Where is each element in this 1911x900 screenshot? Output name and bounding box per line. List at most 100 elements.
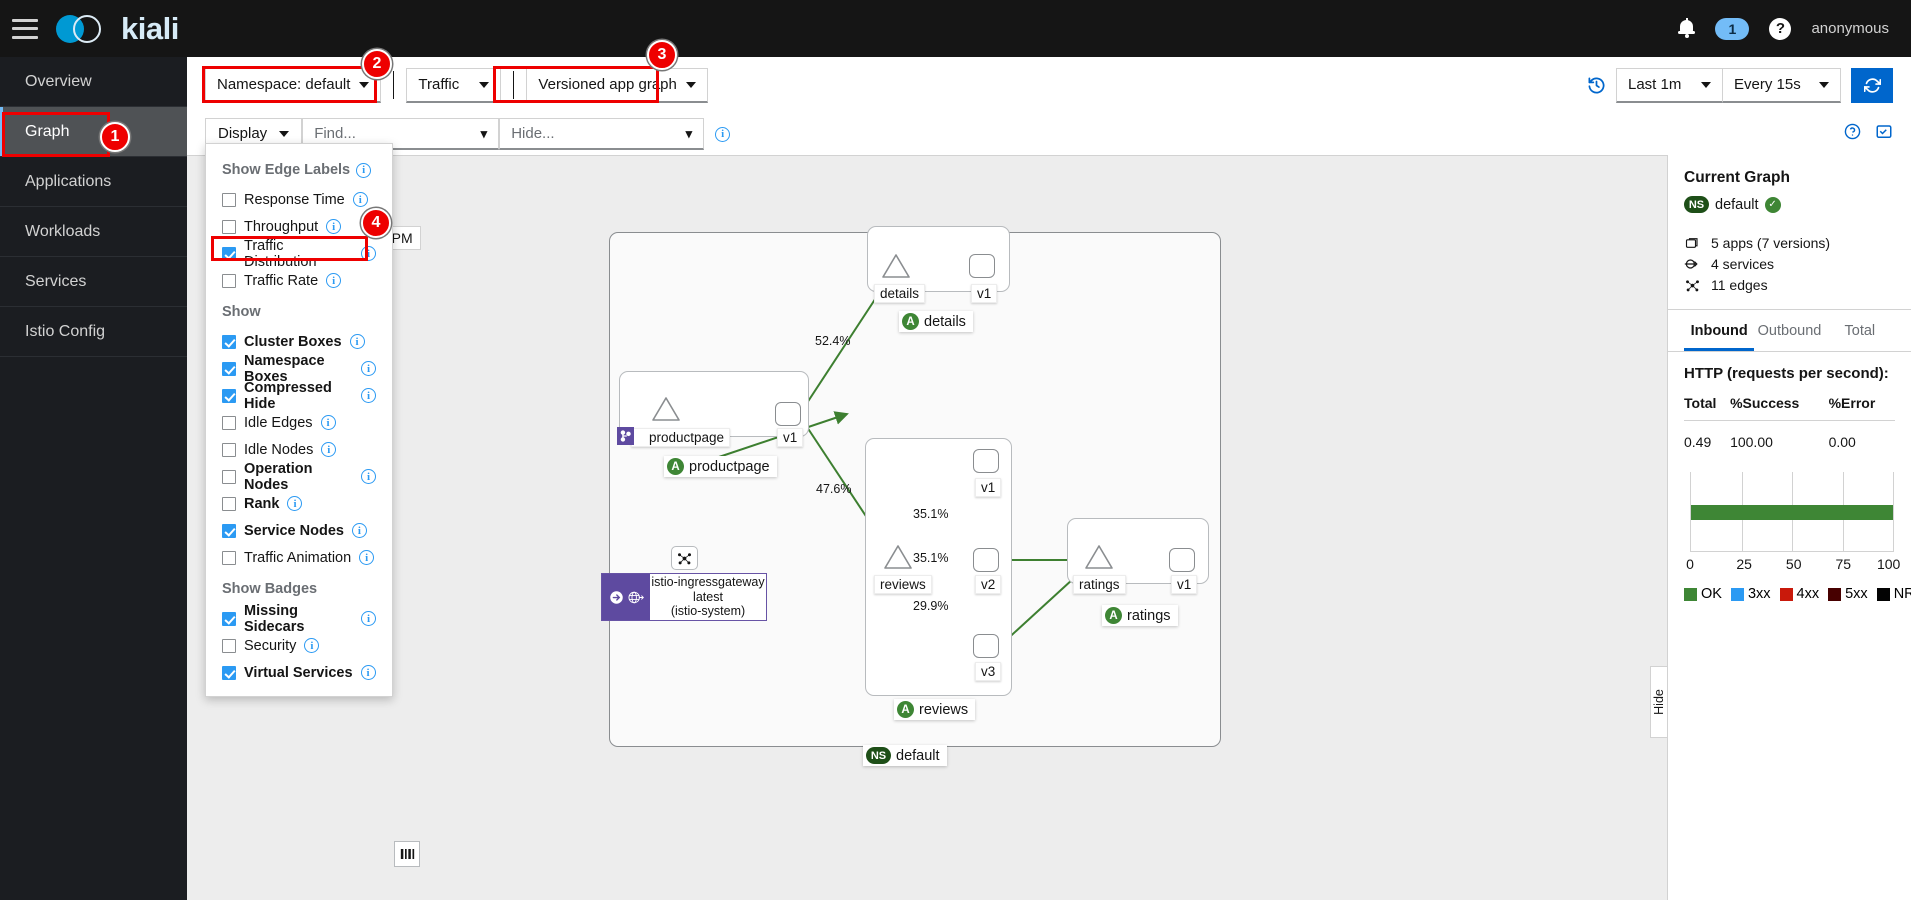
- display-option-service-nodes[interactable]: Service Nodes i: [206, 517, 392, 544]
- checkbox[interactable]: [222, 334, 236, 349]
- app-label-productpage[interactable]: A productpage: [664, 456, 777, 477]
- service-node-ratings[interactable]: [1084, 544, 1114, 570]
- sidebar-item-istio-config[interactable]: Istio Config: [0, 307, 187, 357]
- checkbox[interactable]: [222, 638, 236, 653]
- info-icon[interactable]: i: [351, 523, 367, 538]
- info-icon[interactable]: i: [359, 550, 375, 565]
- sidebar-item-services[interactable]: Services: [0, 257, 187, 307]
- info-icon[interactable]: i: [360, 665, 376, 680]
- notification-count-badge[interactable]: 1: [1715, 17, 1750, 40]
- graph-help-icon[interactable]: [1844, 123, 1861, 145]
- user-menu[interactable]: anonymous: [1811, 20, 1889, 37]
- sidebar-item-overview[interactable]: Overview: [0, 57, 187, 107]
- find-hide-info-icon[interactable]: i: [715, 126, 731, 142]
- refresh-interval-select[interactable]: Every 15s: [1723, 67, 1841, 103]
- checkbox[interactable]: [222, 523, 236, 538]
- app-label-details[interactable]: A details: [899, 311, 973, 332]
- info-icon[interactable]: i: [320, 415, 336, 430]
- display-option-operation-nodes[interactable]: Operation Nodes i: [206, 461, 392, 493]
- checkbox[interactable]: [222, 273, 236, 288]
- namespace-label-default[interactable]: NS default: [863, 745, 947, 766]
- display-option-response-time[interactable]: Response Time i: [206, 186, 392, 213]
- tab-outbound[interactable]: Outbound: [1754, 312, 1824, 351]
- tab-total[interactable]: Total: [1825, 312, 1895, 351]
- info-icon[interactable]: i: [349, 334, 365, 349]
- traffic-select[interactable]: Traffic: [406, 67, 502, 103]
- checkbox[interactable]: [222, 469, 236, 484]
- checkbox[interactable]: [222, 665, 236, 680]
- checkbox[interactable]: [222, 550, 236, 565]
- chevron-down-icon[interactable]: ▾: [481, 126, 488, 142]
- info-icon[interactable]: i: [304, 638, 320, 653]
- display-option-traffic-animation[interactable]: Traffic Animation i: [206, 544, 392, 571]
- sidebar-item-graph[interactable]: Graph: [0, 107, 187, 157]
- version-node-reviews-v1[interactable]: [973, 449, 999, 473]
- display-option-traffic-rate[interactable]: Traffic Rate i: [206, 267, 392, 294]
- display-option-cluster-boxes[interactable]: Cluster Boxes i: [206, 328, 392, 355]
- info-icon[interactable]: i: [361, 388, 376, 403]
- time-range-select[interactable]: Last 1m: [1616, 67, 1723, 103]
- legend-item-5xx[interactable]: 5xx: [1828, 586, 1868, 602]
- info-icon[interactable]: i: [361, 246, 376, 261]
- checkbox[interactable]: [222, 496, 236, 511]
- legend-item-4xx[interactable]: 4xx: [1779, 586, 1819, 602]
- display-option-traffic-distribution[interactable]: Traffic Distribution i: [206, 238, 392, 270]
- checkbox[interactable]: [222, 219, 236, 234]
- brand-logo[interactable]: kiali: [56, 11, 179, 47]
- side-panel-collapse-tab[interactable]: Hide: [1650, 666, 1667, 738]
- service-node-productpage[interactable]: [651, 396, 681, 422]
- version-node-reviews-v3[interactable]: [973, 634, 999, 658]
- graph-type-select[interactable]: Versioned app graph: [526, 67, 708, 103]
- version-node-productpage-v1[interactable]: [775, 402, 801, 426]
- checkbox[interactable]: [222, 388, 236, 403]
- info-icon[interactable]: i: [352, 192, 368, 207]
- gateway-node-istio-ingressgateway[interactable]: istio-ingressgateway latest (istio-syste…: [601, 573, 767, 621]
- app-label-ratings[interactable]: A ratings: [1102, 605, 1178, 626]
- chevron-down-icon[interactable]: ▾: [686, 126, 693, 142]
- info-icon[interactable]: i: [361, 611, 376, 626]
- legend-toggle-button[interactable]: [394, 841, 420, 867]
- checkbox[interactable]: [222, 611, 236, 626]
- unknown-service-node[interactable]: [671, 546, 698, 570]
- display-option-virtual-services[interactable]: Virtual Services i: [206, 659, 392, 686]
- info-icon[interactable]: i: [326, 219, 342, 234]
- nav-toggle-button[interactable]: [12, 18, 38, 39]
- legend-item-ok[interactable]: OK: [1684, 586, 1722, 602]
- display-option-namespace-boxes[interactable]: Namespace Boxes i: [206, 353, 392, 385]
- namespace-select[interactable]: Namespace: default: [205, 67, 382, 103]
- display-option-compressed-hide[interactable]: Compressed Hide i: [206, 380, 392, 412]
- display-option-rank[interactable]: Rank i: [206, 490, 392, 517]
- version-node-reviews-v2[interactable]: [973, 548, 999, 572]
- sidebar-item-workloads[interactable]: Workloads: [0, 207, 187, 257]
- info-icon[interactable]: i: [326, 273, 342, 288]
- info-icon[interactable]: i: [321, 442, 337, 457]
- info-icon[interactable]: i: [361, 469, 376, 484]
- help-icon[interactable]: ?: [1769, 17, 1792, 40]
- graph-canvas[interactable]: 5 PM details v1 A details productpage v1…: [187, 155, 1667, 900]
- refresh-button[interactable]: [1851, 67, 1893, 103]
- app-label-reviews[interactable]: A reviews: [894, 699, 976, 720]
- sidebar-item-applications[interactable]: Applications: [0, 157, 187, 207]
- checkbox[interactable]: [222, 415, 236, 430]
- notifications-bell-icon[interactable]: [1678, 18, 1696, 38]
- version-node-details-v1[interactable]: [969, 254, 995, 278]
- checkbox[interactable]: [222, 246, 236, 261]
- graph-reset-view-icon[interactable]: [1875, 123, 1893, 146]
- version-node-ratings-v1[interactable]: [1169, 548, 1195, 572]
- display-option-security[interactable]: Security i: [206, 632, 392, 659]
- display-option-idle-nodes[interactable]: Idle Nodes i: [206, 436, 392, 463]
- info-icon[interactable]: i: [361, 361, 376, 376]
- display-option-idle-edges[interactable]: Idle Edges i: [206, 409, 392, 436]
- service-node-reviews[interactable]: [883, 544, 913, 570]
- display-option-missing-sidecars[interactable]: Missing Sidecars i: [206, 603, 392, 635]
- legend-item-nr[interactable]: NR: [1876, 586, 1911, 602]
- hide-input[interactable]: Hide... ▾: [499, 118, 705, 150]
- checkbox[interactable]: [222, 192, 236, 207]
- checkbox[interactable]: [222, 361, 236, 376]
- service-node-details[interactable]: [881, 253, 911, 279]
- info-icon[interactable]: i: [356, 162, 372, 178]
- tab-inbound[interactable]: Inbound: [1684, 312, 1755, 351]
- history-icon[interactable]: [1587, 76, 1606, 95]
- checkbox[interactable]: [222, 442, 236, 457]
- legend-item-3xx[interactable]: 3xx: [1730, 586, 1771, 602]
